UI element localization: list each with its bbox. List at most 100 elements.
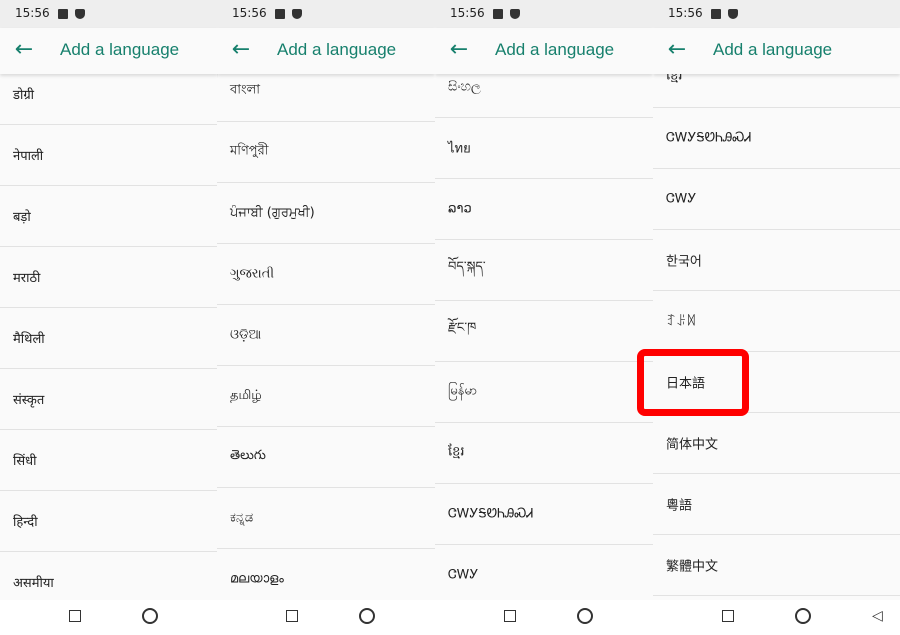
language-item[interactable]: বাংলা bbox=[217, 74, 435, 122]
screen-3: 15:56 ← Add a language සිංහල ไทย ລາວ བོད… bbox=[435, 0, 653, 600]
status-time: 15:56 bbox=[668, 6, 703, 20]
page-title: Add a language bbox=[60, 40, 180, 59]
language-label: മലയാളം bbox=[230, 571, 284, 587]
language-label: 日本語 bbox=[666, 376, 706, 392]
screen-4: 15:56 ← Add a language ខ្មែរ ᏣᎳᎩᎦᏬᏂᎯᏍᏗ Ꮳ… bbox=[653, 0, 900, 600]
recents-square-icon[interactable] bbox=[69, 610, 81, 622]
home-circle-icon[interactable] bbox=[795, 608, 811, 624]
language-item[interactable]: सिंधी bbox=[0, 430, 218, 491]
language-label: मराठी bbox=[13, 271, 41, 286]
language-item[interactable]: தமிழ் bbox=[217, 366, 435, 427]
page-title: Add a language bbox=[495, 40, 615, 59]
page-title: Add a language bbox=[277, 40, 397, 59]
language-item[interactable]: ଓଡ଼ିଆ bbox=[217, 305, 435, 366]
back-arrow-icon[interactable]: ← bbox=[666, 37, 688, 63]
language-label: 粵語 bbox=[666, 498, 693, 514]
back-arrow-icon[interactable]: ← bbox=[13, 37, 35, 63]
language-item[interactable]: ລາວ bbox=[435, 179, 653, 240]
language-item[interactable]: ខ្មែរ bbox=[653, 74, 900, 108]
language-item[interactable]: ᏣᎳᎩ bbox=[653, 169, 900, 230]
language-item[interactable]: 한국어 bbox=[653, 230, 900, 291]
language-item[interactable]: মণিপুরী bbox=[217, 122, 435, 183]
language-item[interactable]: 繁體中文 bbox=[653, 535, 900, 596]
status-bar: 15:56 bbox=[435, 0, 653, 28]
language-label: संस्कृत bbox=[13, 393, 45, 408]
language-item[interactable]: മലയാളം bbox=[217, 549, 435, 600]
shield-icon bbox=[75, 9, 85, 19]
shield-icon bbox=[728, 9, 738, 19]
language-item[interactable]: ខ្មែរ bbox=[435, 423, 653, 484]
language-list[interactable]: සිංහල ไทย ລາວ བོད་སྐད་ རྫོང་ཁ မြန်မာ ខ្ម… bbox=[435, 74, 653, 600]
language-label: ಕನ್ನಡ bbox=[230, 510, 254, 526]
shield-icon bbox=[292, 9, 302, 19]
home-circle-icon[interactable] bbox=[142, 608, 158, 624]
language-label: 简体中文 bbox=[666, 437, 719, 453]
language-item[interactable]: ꆈꌠꉙ bbox=[653, 291, 900, 352]
language-item[interactable]: မြန်မာ bbox=[435, 362, 653, 423]
language-item[interactable]: असमीया bbox=[0, 552, 218, 600]
app-bar: ← Add a language bbox=[435, 28, 653, 74]
language-label: ଓଡ଼ିଆ bbox=[230, 327, 262, 343]
language-label: ᏣᎳᎩ bbox=[448, 567, 479, 583]
recents-square-icon[interactable] bbox=[504, 610, 516, 622]
language-item[interactable]: తెలుగు bbox=[217, 427, 435, 488]
back-arrow-icon[interactable]: ← bbox=[230, 37, 252, 63]
language-label: नेपाली bbox=[13, 149, 44, 164]
recents-square-icon[interactable] bbox=[286, 610, 298, 622]
status-bar: 15:56 bbox=[0, 0, 218, 28]
language-list[interactable]: বাংলা মণিপুরী ਪੰਜਾਬੀ (ਗੁਰਮੁਖੀ) ગુજરાતી ଓ… bbox=[217, 74, 435, 600]
status-time: 15:56 bbox=[450, 6, 485, 20]
language-label: తెలుగు bbox=[230, 448, 266, 463]
language-item-japanese[interactable]: 日本語 bbox=[653, 352, 900, 413]
language-label: বাংলা bbox=[230, 82, 261, 98]
app-bar: ← Add a language bbox=[217, 28, 435, 74]
language-item[interactable]: ᏣᎳᎩᎦᏬᏂᎯᏍᏗ bbox=[435, 484, 653, 545]
language-label: 繁體中文 bbox=[666, 559, 719, 575]
language-label: ਪੰਜਾਬੀ (ਗੁਰਮੁਖੀ) bbox=[230, 205, 315, 221]
language-item[interactable]: සිංහල bbox=[435, 74, 653, 118]
language-label: தமிழ் bbox=[230, 388, 262, 403]
language-item[interactable]: རྫོང་ཁ bbox=[435, 301, 653, 362]
language-item[interactable]: ไทย bbox=[435, 118, 653, 179]
language-label: 한국어 bbox=[666, 254, 702, 270]
image-notification-icon bbox=[493, 9, 503, 19]
language-item[interactable]: बड़ो bbox=[0, 186, 218, 247]
language-item[interactable]: नेपाली bbox=[0, 125, 218, 186]
language-label: सिंधी bbox=[13, 454, 37, 469]
language-item[interactable]: हिन्दी bbox=[0, 491, 218, 552]
back-triangle-icon[interactable]: ◁ bbox=[872, 608, 883, 624]
language-item[interactable]: मैथिली bbox=[0, 308, 218, 369]
language-item[interactable]: ᏣᎳᎩᎦᏬᏂᎯᏍᏗ bbox=[653, 108, 900, 169]
home-circle-icon[interactable] bbox=[577, 608, 593, 624]
language-item[interactable]: ਪੰਜਾਬੀ (ਗੁਰਮੁਖੀ) bbox=[217, 183, 435, 244]
language-item[interactable]: ᏣᎳᎩ bbox=[435, 545, 653, 600]
back-arrow-icon[interactable]: ← bbox=[448, 37, 470, 63]
status-time: 15:56 bbox=[15, 6, 50, 20]
recents-square-icon[interactable] bbox=[722, 610, 734, 622]
status-bar: 15:56 bbox=[217, 0, 435, 28]
language-item[interactable]: བོད་སྐད་ bbox=[435, 240, 653, 301]
screen-1: 15:56 ← Add a language डोग्री नेपाली बड़… bbox=[0, 0, 218, 600]
language-item[interactable]: संस्कृत bbox=[0, 369, 218, 430]
language-item[interactable]: ગુજરાતી bbox=[217, 244, 435, 305]
language-label: हिन्दी bbox=[13, 515, 38, 530]
language-item[interactable]: ಕನ್ನಡ bbox=[217, 488, 435, 549]
language-label: मैथिली bbox=[13, 332, 45, 347]
language-label: ລາວ bbox=[448, 201, 472, 217]
language-list[interactable]: डोग्री नेपाली बड़ो मराठी मैथिली संस्कृत … bbox=[0, 74, 218, 600]
language-label: မြန်မာ bbox=[448, 383, 478, 399]
language-item[interactable]: 粵語 bbox=[653, 474, 900, 535]
language-item[interactable]: मराठी bbox=[0, 247, 218, 308]
language-label: असमीया bbox=[13, 576, 54, 591]
navigation-bar: ◁ bbox=[0, 600, 900, 635]
language-item[interactable]: डोग्री bbox=[0, 74, 218, 125]
language-label: ꆈꌠꉙ bbox=[666, 314, 697, 330]
status-time: 15:56 bbox=[232, 6, 267, 20]
language-item[interactable]: 简体中文 bbox=[653, 413, 900, 474]
screens-container: 15:56 ← Add a language डोग्री नेपाली बड़… bbox=[0, 0, 900, 600]
home-circle-icon[interactable] bbox=[359, 608, 375, 624]
language-label: සිංහල bbox=[448, 79, 481, 95]
language-list[interactable]: ខ្មែរ ᏣᎳᎩᎦᏬᏂᎯᏍᏗ ᏣᎳᎩ 한국어 ꆈꌠꉙ 日本語 简体中文 粵語 … bbox=[653, 74, 900, 600]
language-label: ខ្មែរ bbox=[666, 74, 683, 84]
image-notification-icon bbox=[711, 9, 721, 19]
